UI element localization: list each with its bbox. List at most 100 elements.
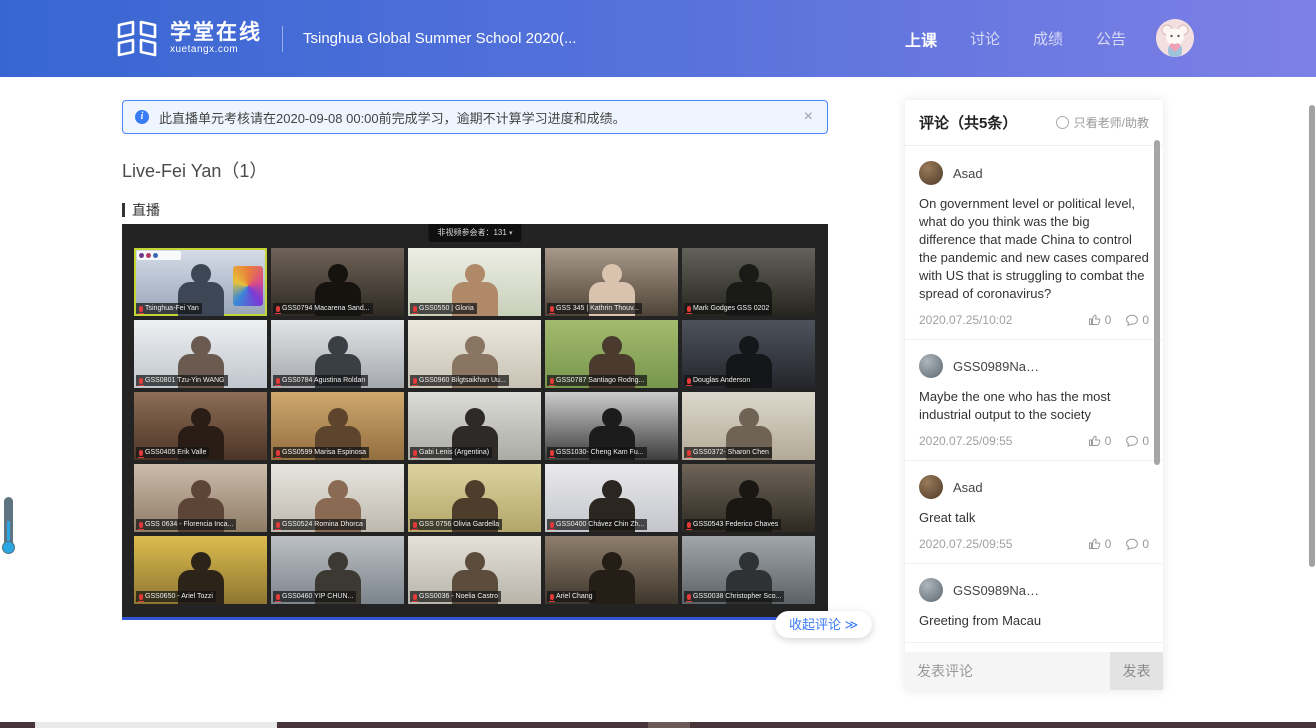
participant-silhouette bbox=[739, 480, 759, 500]
like-button[interactable]: 0 bbox=[1088, 434, 1112, 448]
comment-input[interactable] bbox=[905, 652, 1110, 690]
mic-off-icon bbox=[413, 522, 417, 528]
comment-text: Maybe the one who has the most industria… bbox=[919, 388, 1149, 424]
player-progress-bar[interactable] bbox=[122, 617, 828, 620]
participant-tile[interactable]: GSS0524 Romina Dhorca bbox=[271, 464, 404, 532]
participant-tile[interactable]: GSS0038 Christopher Sco... bbox=[682, 536, 815, 604]
mic-off-icon bbox=[687, 306, 691, 312]
mic-off-icon bbox=[687, 450, 691, 456]
participant-tile[interactable]: GSS0372- Sharon Chen bbox=[682, 392, 815, 460]
non-video-participants-label[interactable]: 非视频参会者：131 ▾ bbox=[428, 224, 521, 242]
reply-button[interactable]: 0 bbox=[1125, 537, 1149, 551]
like-button[interactable]: 0 bbox=[1088, 537, 1112, 551]
comments-sidebar: 评论（共5条） 只看老师/助教 AsadOn government level … bbox=[905, 100, 1163, 690]
comment-text: Great talk bbox=[919, 509, 1149, 527]
participant-tile[interactable]: GSS 0756 Olivia Gardella bbox=[408, 464, 541, 532]
page-scrollbar[interactable] bbox=[1309, 105, 1315, 567]
participant-silhouette bbox=[739, 552, 759, 572]
radio-icon[interactable] bbox=[1056, 116, 1069, 129]
mic-off-icon bbox=[413, 378, 417, 384]
participant-silhouette bbox=[465, 552, 485, 572]
mic-off-icon bbox=[687, 522, 691, 528]
participant-silhouette bbox=[191, 552, 211, 572]
participant-tile[interactable]: GSS0400 Chávez Chin Zh... bbox=[545, 464, 678, 532]
mic-off-icon bbox=[276, 522, 280, 528]
participant-tile[interactable]: GSS0960 Bilgtsaikhan Uu... bbox=[408, 320, 541, 388]
participant-tile[interactable]: GSS0801 Tzu-Yin WANG bbox=[134, 320, 267, 388]
comment-time: 2020.07.25/09:55 bbox=[919, 537, 1012, 551]
page-title: Live-Fei Yan（1） bbox=[122, 157, 267, 183]
participant-tile[interactable]: GSS0794 Macarena Sand... bbox=[271, 248, 404, 316]
participant-tile[interactable]: GSS0787 Santiago Rodrig... bbox=[545, 320, 678, 388]
participant-tile[interactable]: GSS0599 Marisa Espinosa bbox=[271, 392, 404, 460]
participant-name-label: Douglas Anderson bbox=[684, 375, 753, 386]
participant-name-label: Ariel Chang bbox=[547, 591, 596, 602]
mic-off-icon bbox=[276, 378, 280, 384]
mouse-avatar-icon bbox=[1156, 19, 1194, 57]
participant-tile[interactable]: GSS0405 Erik Valle bbox=[134, 392, 267, 460]
submit-comment-button[interactable]: 发表 bbox=[1110, 652, 1163, 690]
live-video-player[interactable]: 非视频参会者：131 ▾ Tsinghua-Fei YanGSS0794 Mac… bbox=[122, 224, 828, 620]
participant-name-label: GSS1030- Cheng Kam Fu... bbox=[547, 447, 647, 458]
participant-silhouette bbox=[739, 408, 759, 428]
user-avatar[interactable] bbox=[1156, 19, 1194, 57]
participant-name-label: Mark Godges GSS 0202 bbox=[684, 303, 772, 314]
commenter-avatar bbox=[919, 578, 943, 602]
participant-tile[interactable]: GSS0784 Agustina Roldan bbox=[271, 320, 404, 388]
comment-item: GSS0989Na… Maybe the one who has the most… bbox=[905, 340, 1163, 461]
filter-label: 只看老师/助教 bbox=[1074, 114, 1149, 131]
participant-tile[interactable]: GSS0543 Federico Chaves bbox=[682, 464, 815, 532]
nav-item[interactable]: 公告 bbox=[1096, 28, 1126, 49]
deadline-notice-banner: i 此直播单元考核请在2020-09-08 00:00前完成学习，逾期不计算学习… bbox=[122, 100, 828, 134]
participant-silhouette bbox=[602, 336, 622, 356]
close-icon[interactable]: × bbox=[802, 108, 815, 126]
comment-item: AsadOn government level or political lev… bbox=[905, 147, 1163, 340]
participant-name-label: GSS0784 Agustina Roldan bbox=[273, 375, 368, 386]
nav-item[interactable]: 成绩 bbox=[1033, 28, 1063, 49]
participant-silhouette bbox=[328, 480, 348, 500]
participant-name-label: GSS0599 Marisa Espinosa bbox=[273, 447, 369, 458]
participant-silhouette bbox=[739, 336, 759, 356]
commenter-avatar bbox=[919, 354, 943, 378]
participant-tile[interactable]: GSS 345 | Kathrin Thouv... bbox=[545, 248, 678, 316]
participant-tile[interactable]: GSS0036 - Noelia Castro bbox=[408, 536, 541, 604]
participant-tile[interactable]: GSS0650 - Ariel Tozzi bbox=[134, 536, 267, 604]
comments-scrollbar[interactable] bbox=[1154, 140, 1160, 465]
participant-tile[interactable]: Ariel Chang bbox=[545, 536, 678, 604]
participant-name-label: GSS0650 - Ariel Tozzi bbox=[136, 591, 216, 602]
comment-author: GSS0989Na… bbox=[953, 359, 1039, 374]
participant-name-label: GSS0543 Federico Chaves bbox=[684, 519, 781, 530]
mic-off-icon bbox=[550, 522, 554, 528]
comments-title: 评论（共5条） bbox=[919, 112, 1017, 133]
teacher-only-filter[interactable]: 只看老师/助教 bbox=[1056, 114, 1149, 131]
like-button[interactable]: 0 bbox=[1088, 313, 1112, 327]
comment-author: Asad bbox=[953, 166, 983, 181]
mic-off-icon bbox=[413, 594, 417, 600]
reply-button[interactable]: 0 bbox=[1125, 434, 1149, 448]
thermometer-icon[interactable] bbox=[2, 497, 16, 561]
participant-silhouette bbox=[191, 336, 211, 356]
collapse-comments-button[interactable]: 收起评论 ≫ bbox=[775, 611, 872, 638]
participant-tile[interactable]: Douglas Anderson bbox=[682, 320, 815, 388]
comment-item: AsadGreat talk2020.07.25/09:5500 bbox=[905, 461, 1163, 564]
participant-tile[interactable]: GSS0550 | Gloria bbox=[408, 248, 541, 316]
nav-item[interactable]: 上课 bbox=[905, 27, 937, 51]
participant-tile[interactable]: Gabi Lenis (Argentina) bbox=[408, 392, 541, 460]
participant-tile[interactable]: Tsinghua-Fei Yan bbox=[134, 248, 267, 316]
participant-name-label: GSS0038 Christopher Sco... bbox=[684, 591, 784, 602]
participant-name-label: GSS0036 - Noelia Castro bbox=[410, 591, 501, 602]
participant-tile[interactable]: Mark Godges GSS 0202 bbox=[682, 248, 815, 316]
participant-name-label: GSS 0756 Olivia Gardella bbox=[410, 519, 502, 530]
participant-tile[interactable]: GSS1030- Cheng Kam Fu... bbox=[545, 392, 678, 460]
mic-off-icon bbox=[687, 594, 691, 600]
participant-tile[interactable]: GSS0460 YIP CHUN... bbox=[271, 536, 404, 604]
nav-item[interactable]: 讨论 bbox=[970, 28, 1000, 49]
reply-button[interactable]: 0 bbox=[1125, 313, 1149, 327]
comment-input-bar: 发表 bbox=[905, 652, 1163, 690]
participant-silhouette bbox=[328, 552, 348, 572]
live-section-label: 直播 bbox=[122, 200, 160, 220]
xuetangx-logo[interactable]: 学堂在线 xuetangx.com bbox=[116, 19, 262, 59]
participant-tile[interactable]: GSS 0634 - Florencia Inca... bbox=[134, 464, 267, 532]
comment-item: GSS0989Na…Greeting from Macau bbox=[905, 564, 1163, 643]
tsinghua-logo-chip bbox=[137, 251, 181, 260]
